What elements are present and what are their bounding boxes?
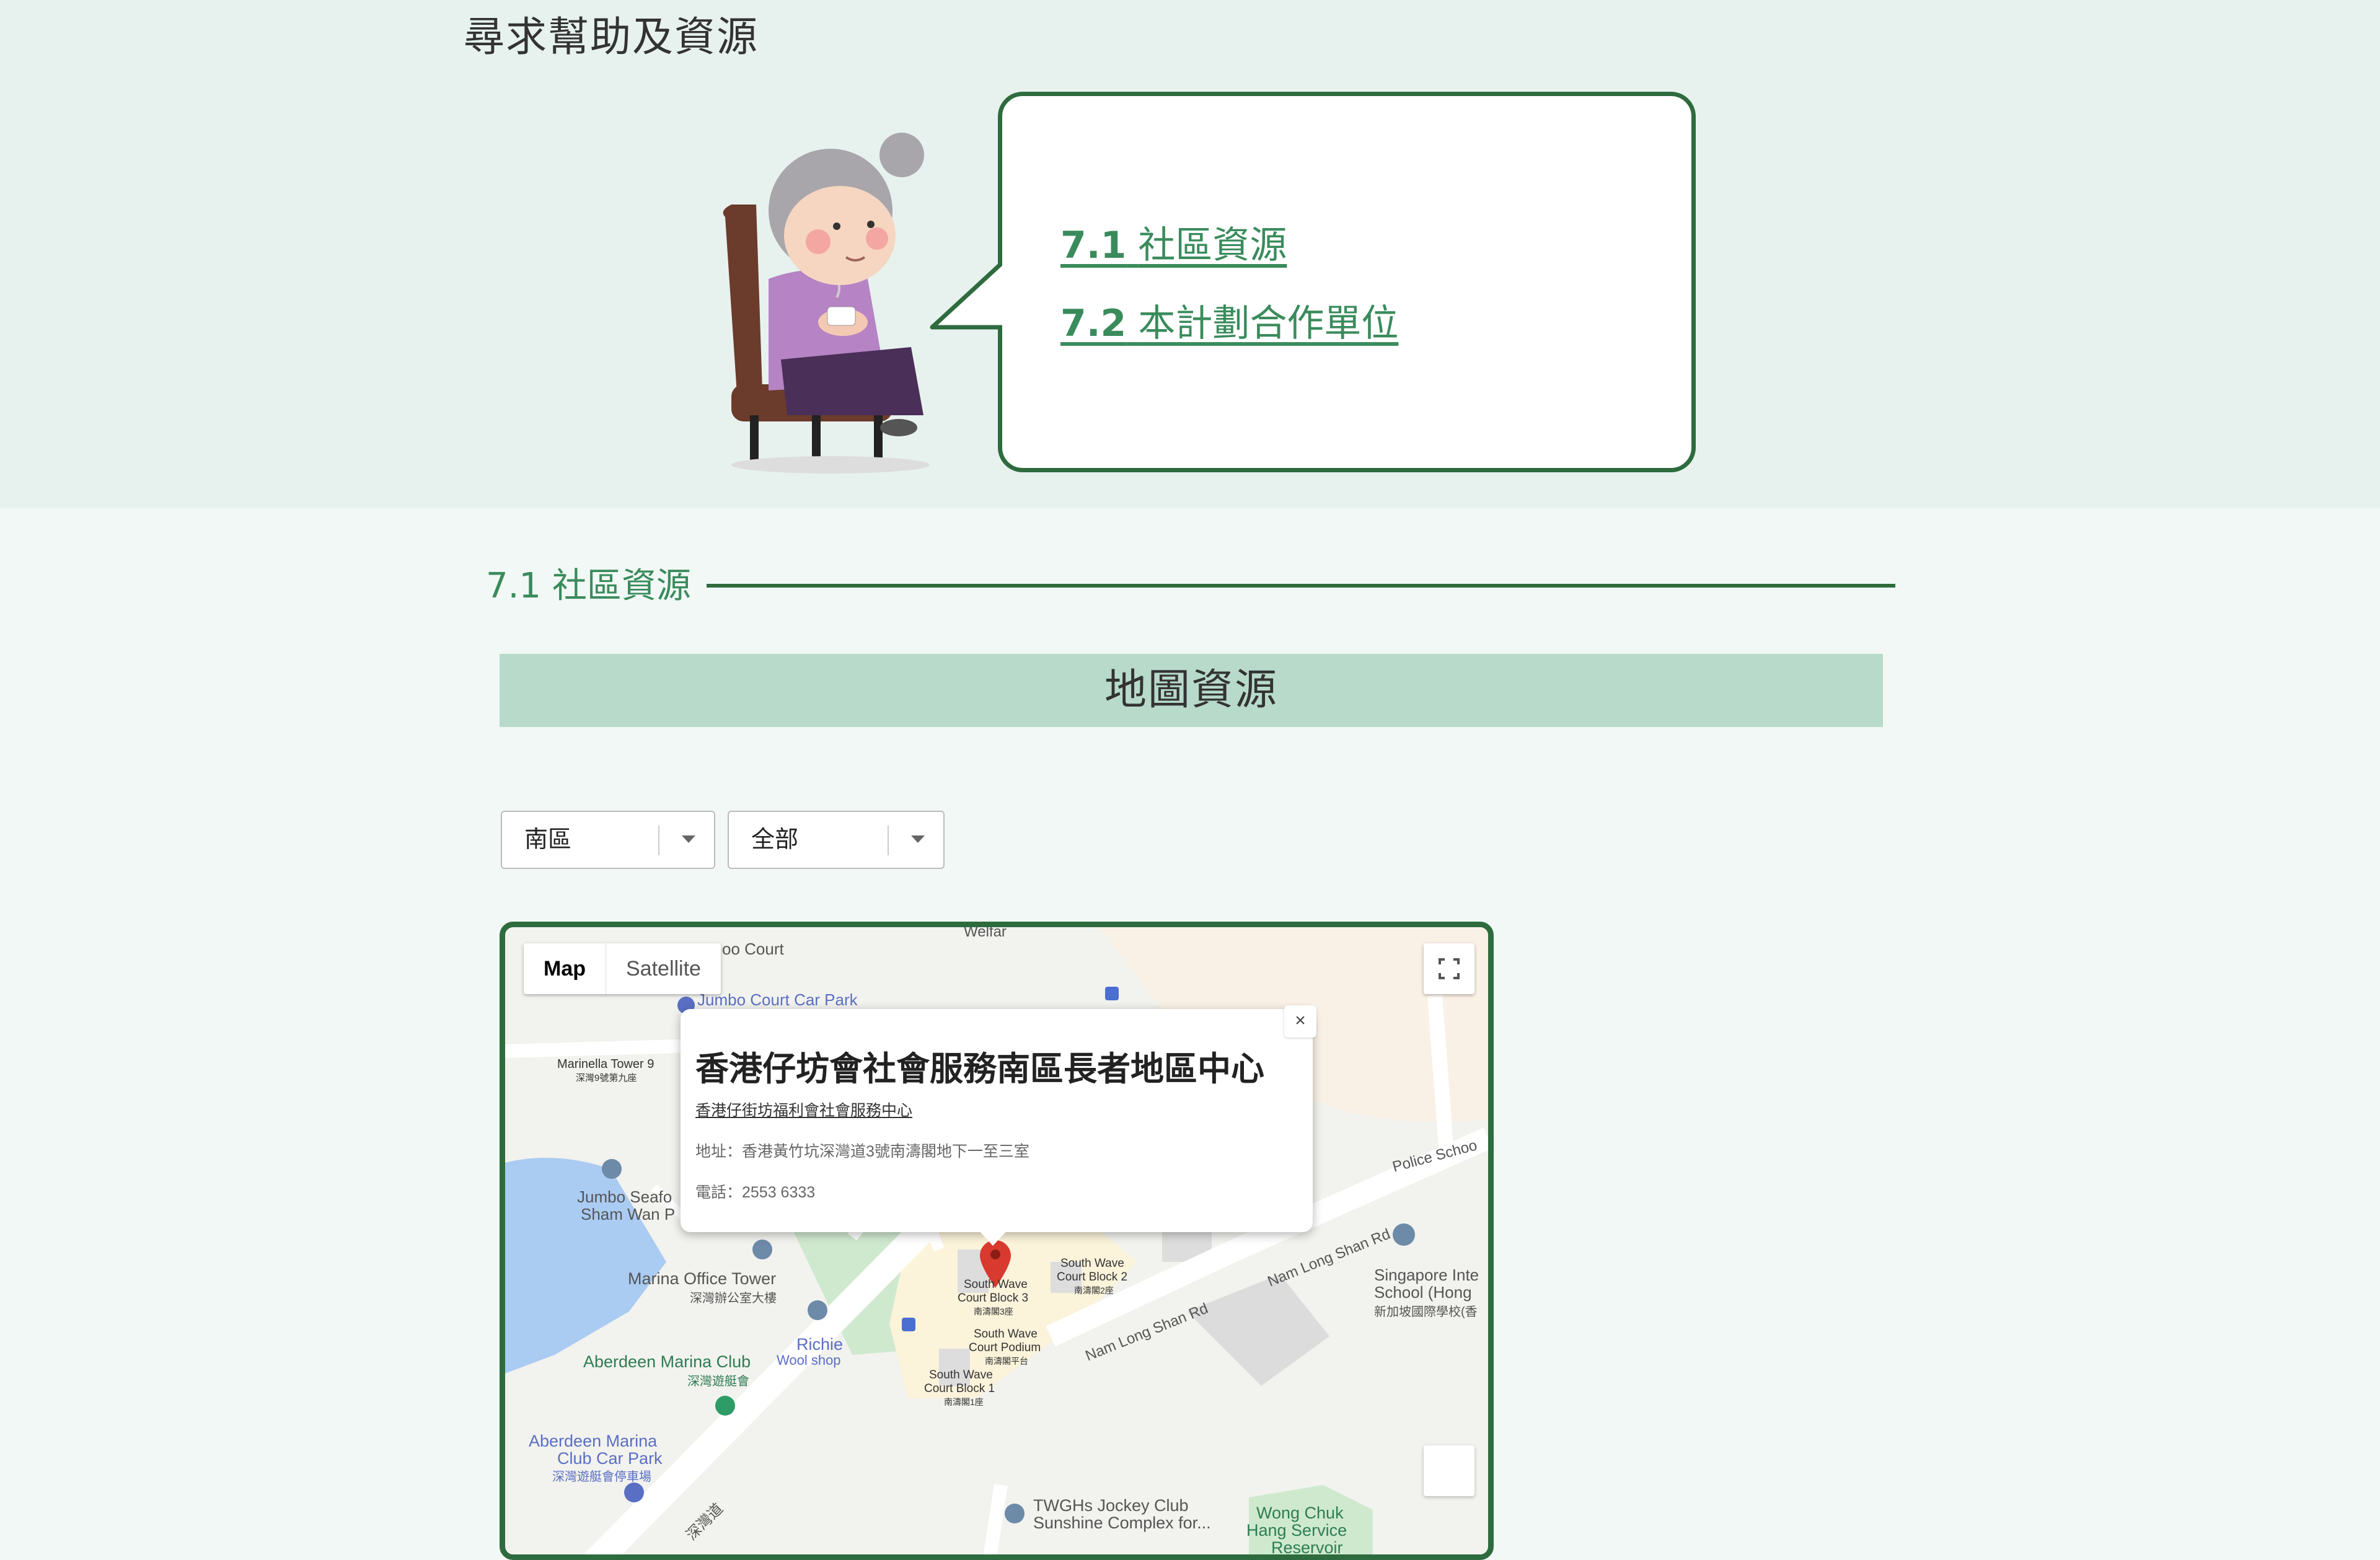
district-select-value: 南區 xyxy=(524,827,572,853)
map-type-toggle: Map Satellite xyxy=(524,943,721,994)
category-select[interactable]: 全部 xyxy=(728,811,945,869)
speech-bubble: 7.1 社區資源 7.2 本計劃合作單位 xyxy=(998,92,1696,472)
map-label: 南濤閣2座 xyxy=(1074,1285,1114,1295)
chevron-down-icon xyxy=(682,835,695,843)
map-label: South Wave xyxy=(964,1278,1028,1291)
map-label: Aberdeen Marina Club xyxy=(583,1352,751,1371)
map-label: 南濤閣1座 xyxy=(944,1397,984,1407)
fullscreen-icon xyxy=(1439,958,1460,979)
map-label: Reservoir xyxy=(1271,1538,1343,1557)
map-label: 新加坡國際學校(香 xyxy=(1374,1305,1478,1319)
map-label: Wool shop xyxy=(777,1352,841,1368)
district-select[interactable]: 南區 xyxy=(501,811,715,869)
map-label: School (Hong xyxy=(1374,1283,1472,1302)
select-divider xyxy=(888,826,889,855)
map-label: 南濤閣3座 xyxy=(974,1307,1013,1316)
link-partner-units[interactable]: 7.2 本計劃合作單位 xyxy=(1060,293,1398,347)
map-label: 深灣遊艇會 xyxy=(687,1375,749,1388)
close-icon[interactable]: × xyxy=(1284,1005,1316,1038)
map-label: Welfar xyxy=(964,923,1007,940)
map-label: Richie xyxy=(796,1335,844,1354)
map-label: Wong Chuk xyxy=(1256,1504,1344,1522)
map-label: 深灣遊艇會停車場 xyxy=(552,1470,651,1484)
map-label: South Wave xyxy=(974,1328,1038,1341)
map-label: Aberdeen Marina xyxy=(529,1432,658,1450)
map-label: Jumbo Seafo xyxy=(577,1188,672,1206)
grandma-illustration xyxy=(723,133,930,474)
map-label: 深灣9號第九座 xyxy=(576,1073,637,1083)
info-window-phone: 電話：2553 6333 xyxy=(695,1184,816,1201)
map-label: Sham Wan P xyxy=(581,1205,676,1223)
map-type-satellite-button[interactable]: Satellite xyxy=(606,943,721,994)
info-window-title: 香港仔坊會社會服務南區長者地區中心 xyxy=(695,1051,1264,1088)
speech-bubble-tail xyxy=(930,260,1016,341)
map-label: South Wave xyxy=(1060,1257,1124,1270)
map-label: Court Block 3 xyxy=(958,1292,1029,1305)
map-container[interactable]: oo Court Jumbo Court Car Park Welfar Mar… xyxy=(500,922,1494,1560)
map-label: Court Podium xyxy=(969,1341,1041,1354)
page-title: 尋求幫助及資源 xyxy=(464,13,759,61)
info-window-pointer xyxy=(978,1230,1008,1246)
select-divider xyxy=(658,826,659,855)
link-community-resources[interactable]: 7.1 社區資源 xyxy=(1060,215,1287,269)
map-label: Singapore Inte xyxy=(1374,1266,1479,1284)
map-label: oo Court xyxy=(722,940,784,958)
map-label: TWGHs Jockey Club xyxy=(1033,1496,1189,1515)
map-label: Court Block 2 xyxy=(1057,1271,1128,1284)
map-label: Marina Office Tower xyxy=(628,1269,777,1288)
fullscreen-button[interactable] xyxy=(1424,943,1474,994)
map-label: Sunshine Complex for... xyxy=(1033,1514,1211,1532)
map-label: Court Block 1 xyxy=(924,1382,995,1395)
map-label: Hang Service xyxy=(1246,1521,1347,1540)
map-label: Marinella Tower 9 xyxy=(557,1057,654,1071)
map-resources-banner: 地圖資源 xyxy=(500,654,1883,727)
info-window-organization-link[interactable]: 香港仔街坊福利會社會服務中心 xyxy=(695,1098,912,1121)
map-label: 深灣辦公室大樓 xyxy=(690,1292,777,1305)
map-label: 南濤閣平台 xyxy=(985,1356,1028,1366)
map-type-map-button[interactable]: Map xyxy=(524,943,606,994)
info-window-address: 地址：香港黃竹坑深灣道3號南濤閣地下一至三室 xyxy=(695,1143,1029,1160)
chevron-down-icon xyxy=(911,835,925,843)
map-label: Jumbo Court Car Park xyxy=(697,990,858,1009)
map-label: Club Car Park xyxy=(557,1449,663,1468)
section-divider xyxy=(707,584,1895,588)
map-info-window: × 香港仔坊會社會服務南區長者地區中心 香港仔街坊福利會社會服務中心 地址：香港… xyxy=(681,1005,1316,1246)
section-heading: 7.1 社區資源 xyxy=(486,566,691,606)
category-select-value: 全部 xyxy=(751,827,799,853)
map-label: South Wave xyxy=(929,1368,993,1382)
map-control-button[interactable] xyxy=(1424,1445,1474,1496)
